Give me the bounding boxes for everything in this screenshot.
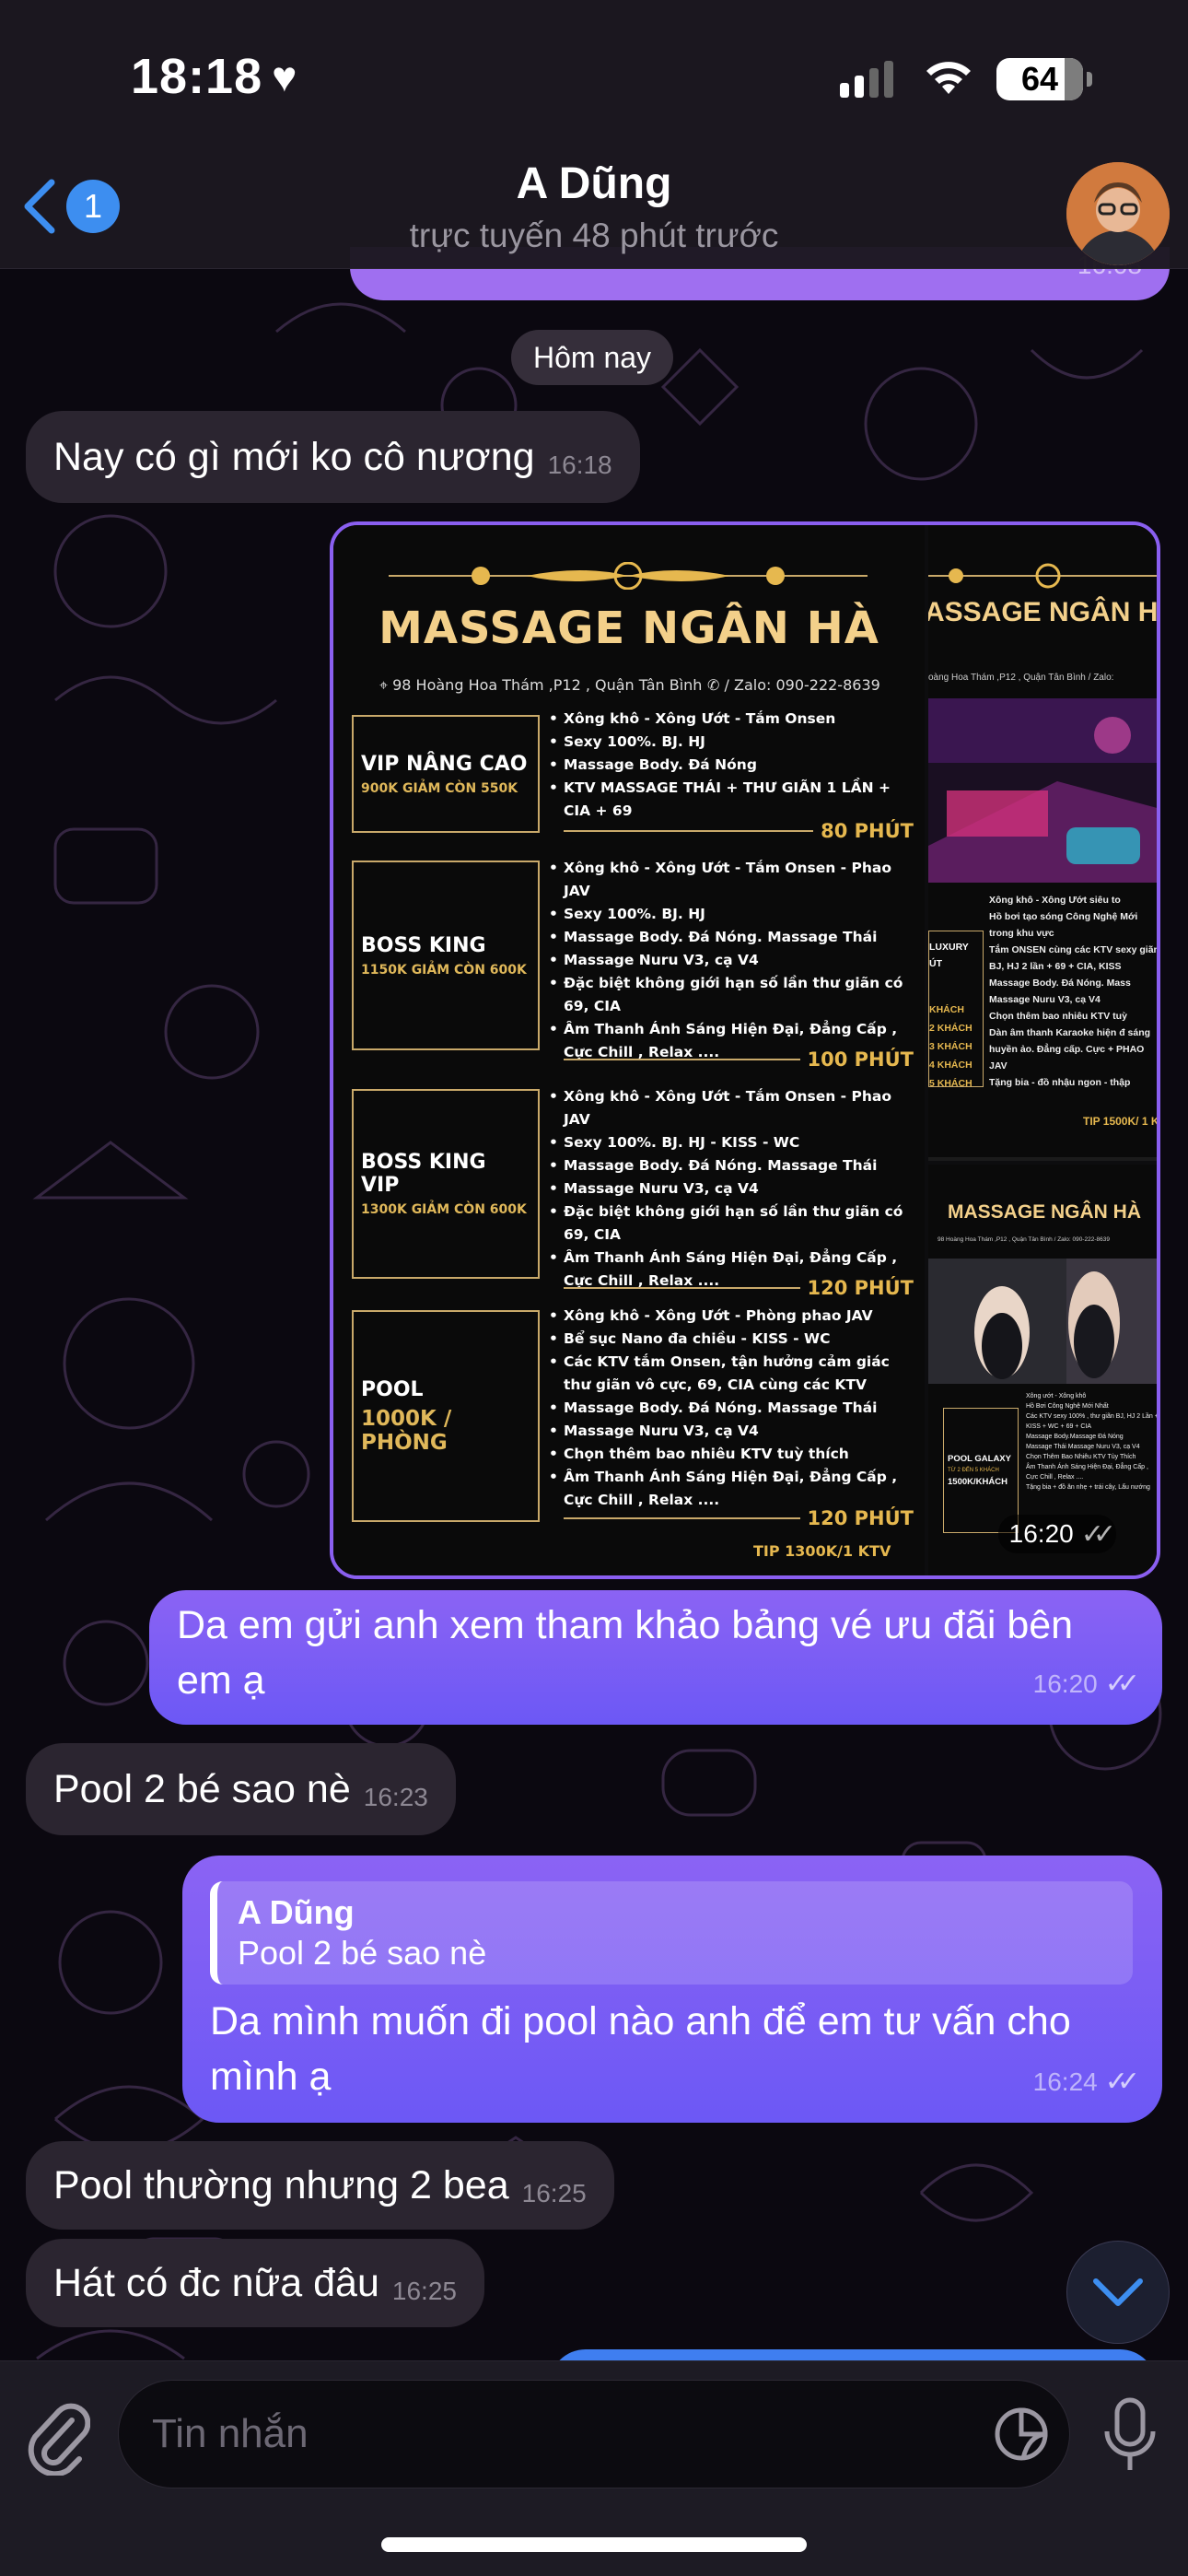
poster-title: MASSAGE NGÂN HÀ <box>379 603 879 654</box>
message-text: Nay có gì mới ko cô nương <box>53 435 535 479</box>
message-meta: 16:24 ✓✓ <box>1033 2055 1140 2110</box>
message-incoming[interactable]: Pool thường nhưng 2 bea 16:25 <box>26 2141 614 2230</box>
promo-poster-main: MASSAGE NGÂN HÀ ⌖ 98 Hoàng Hoa Thám ,P12… <box>333 525 925 1575</box>
package-duration: 80 PHÚT <box>564 820 914 842</box>
message-incoming[interactable]: Hát có đc nữa đâu 16:25 <box>26 2239 484 2327</box>
message-time: 16:25 <box>391 2277 457 2305</box>
microphone-icon[interactable] <box>1101 2395 1159 2476</box>
reply-text: Pool 2 bé sao nè <box>238 1934 487 1972</box>
spa-room-photo <box>928 698 1157 883</box>
double-check-icon: ✓✓ <box>1104 2067 1140 2097</box>
status-bar: 18:18 ♥ 64 <box>0 0 1188 157</box>
cellular-signal-icon <box>840 61 893 98</box>
message-incoming[interactable]: Pool 2 bé sao nè 16:23 <box>26 1743 456 1835</box>
chat-title-area[interactable]: A Dũng trực tuyến 48 phút trước <box>0 158 1188 255</box>
message-outgoing-reply[interactable]: A Dũng Pool 2 bé sao nè Da mình muốn đi … <box>182 1856 1162 2123</box>
promo-poster-luxury: ASSAGE NGÂN H oàng Hoa Thám ,P12 , Quận … <box>928 525 1157 1161</box>
poster-tip: TIP 1300K/1 KTV <box>753 1542 891 1560</box>
message-field[interactable] <box>118 2380 1070 2488</box>
attach-icon[interactable] <box>24 2395 90 2476</box>
message-text: Pool thường nhưng 2 bea <box>53 2163 509 2207</box>
message-text: Pool 2 bé sao nè <box>53 1767 351 1811</box>
package-duration: 120 PHÚT <box>564 1507 914 1529</box>
message-incoming[interactable]: Nay có gì mới ko cô nương 16:18 <box>26 411 640 503</box>
avatar-photo <box>1066 162 1170 265</box>
message-text: Da em gửi anh xem tham khảo bảng vé ưu đ… <box>177 1603 1074 1703</box>
message-outgoing[interactable]: Da em gửi anh xem tham khảo bảng vé ưu đ… <box>149 1590 1162 1725</box>
wifi-icon <box>926 62 971 94</box>
package-features: Xông khô - Xông Ướt - Tắm Onsen - Phao J… <box>549 1085 917 1293</box>
message-time: 16:18 <box>547 451 612 479</box>
message-text: Hát có đc nữa đâu <box>53 2261 379 2305</box>
avatar[interactable] <box>1066 162 1170 265</box>
battery-level: 64 <box>1020 60 1059 98</box>
package-boss-king: BOSS KING 1150K GIẢM CÒN 600K <box>352 861 540 1050</box>
package-duration: 120 PHÚT <box>564 1277 914 1299</box>
message-time: 16:23 <box>363 1783 428 1811</box>
package-vip-nang-cao: VIP NÂNG CAO 900K GIẢM CÒN 550K <box>352 715 540 833</box>
message-meta: 16:20 ✓✓ <box>1033 1657 1140 1712</box>
reply-quote[interactable]: A Dũng Pool 2 bé sao nè <box>210 1881 1133 1985</box>
ornament-icon <box>928 563 1157 589</box>
status-clock: 18:18 ♥ <box>131 48 297 105</box>
battery-icon: 64 <box>996 58 1092 100</box>
last-seen-status: trực tuyến 48 phút trước <box>409 217 779 254</box>
package-duration: 100 PHÚT <box>564 1048 914 1071</box>
sticker-icon[interactable] <box>992 2405 1051 2464</box>
message-text: Da mình muốn đi pool nào anh để em tư vấ… <box>210 1999 1071 2099</box>
message-input[interactable] <box>152 2381 962 2488</box>
date-separator: Hôm nay <box>511 330 674 385</box>
status-time: 18:18 <box>131 49 263 104</box>
photo-message[interactable]: MASSAGE NGÂN HÀ ⌖ 98 Hoàng Hoa Thám ,P12… <box>330 521 1160 1579</box>
model-photo <box>928 1259 1157 1384</box>
contact-name: A Dũng <box>516 159 672 208</box>
package-pool: POOL 1000K / PHÒNG <box>352 1310 540 1522</box>
double-check-icon: ✓✓ <box>1080 1518 1116 1550</box>
package-features: Xông khô - Xông Ướt - Phòng phao JAVBể s… <box>549 1305 917 1512</box>
photo-timestamp: 16:20 ✓✓ <box>997 1515 1116 1553</box>
chevron-down-icon <box>1093 2278 1143 2306</box>
double-check-icon: ✓✓ <box>1104 1669 1140 1699</box>
reply-author: A Dũng <box>238 1893 355 1931</box>
message-time: 16:25 <box>521 2179 587 2207</box>
ornament-icon <box>389 562 868 590</box>
package-features: Xông khô - Xông Ướt - Tắm Onsen - Phao J… <box>549 857 917 1064</box>
heart-icon: ♥ <box>272 53 298 100</box>
chat-header: 18:18 ♥ 64 1 A Dũng trực tuyến 48 phút t… <box>0 0 1188 269</box>
package-features: Xông khô - Xông Ướt - Tắm OnsenSexy 100%… <box>549 708 917 823</box>
home-indicator[interactable] <box>381 2537 807 2552</box>
scroll-to-bottom-button[interactable] <box>1066 2241 1170 2344</box>
poster-zalo: ✆ / Zalo: 090-222-8639 <box>707 676 880 694</box>
poster-address: ⌖ 98 Hoàng Hoa Thám ,P12 , Quận Tân Bình <box>379 676 703 694</box>
package-boss-king-vip: BOSS KING VIP 1300K GIẢM CÒN 600K <box>352 1089 540 1279</box>
